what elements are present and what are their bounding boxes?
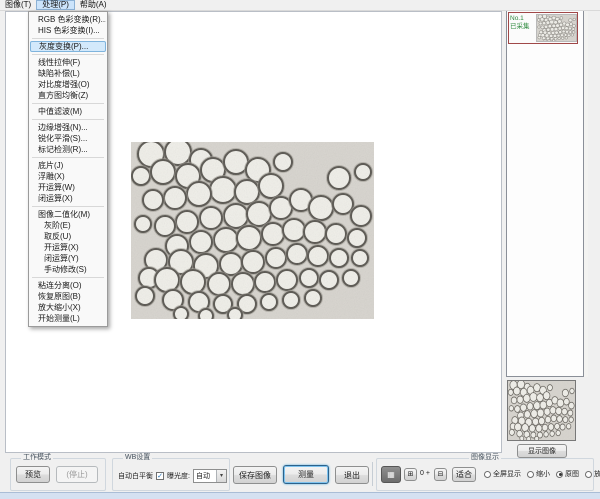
stop-button[interactable]: (停止) <box>56 466 98 483</box>
menu-separator <box>32 206 104 207</box>
dropdown-menu: RGB 色彩变换(R)...HIS 色彩变换(I)... 灰度变换(P)... 线性… <box>28 11 108 327</box>
menu-item[interactable]: 直方图均衡(Z) <box>30 90 106 101</box>
image-display-group-label: 图像显示 <box>469 454 501 462</box>
save-image-button[interactable]: 保存图像 <box>233 466 277 484</box>
menubar-item[interactable]: 帮助(A) <box>75 0 112 10</box>
menu-item[interactable]: 浮雕(X) <box>30 171 106 182</box>
menu-item[interactable]: 缺陷补偿(L) <box>30 68 106 79</box>
menu-item[interactable]: 放大缩小(X) <box>30 302 106 313</box>
menu-item[interactable]: 开运算(W) <box>30 182 106 193</box>
menu-separator <box>32 119 104 120</box>
display-mode-option[interactable]: 全屏显示 <box>484 469 521 479</box>
wb-settings-group-label: WB设置 <box>123 454 152 462</box>
menu-separator <box>32 277 104 278</box>
menu-item[interactable]: 锐化平滑(S)... <box>30 133 106 144</box>
display-mode-option[interactable]: 缩小 <box>527 469 550 479</box>
display-mode-option[interactable]: 原图 <box>556 469 579 479</box>
menu-item[interactable]: 开始测量(L) <box>30 313 106 324</box>
toolbar-divider <box>372 462 373 486</box>
preview-thumbnail-frame <box>507 380 576 441</box>
exposure-label: 曝光度: <box>167 471 190 481</box>
menu-item[interactable]: 粘连分离(O) <box>30 280 106 291</box>
menu-item[interactable]: 灰阶(E) <box>30 220 106 231</box>
menu-item[interactable]: 取反(U) <box>30 231 106 242</box>
menu-item[interactable]: 边缘增强(N)... <box>30 122 106 133</box>
display-mode-radios: 全屏显示 缩小 原图 放大 <box>484 469 600 479</box>
exit-button[interactable]: 退出 <box>335 466 369 484</box>
display-mode-option-label: 原图 <box>565 469 579 479</box>
menu-bar: 图像(T)处理(P)帮助(A) <box>0 0 600 11</box>
menu-item[interactable]: 图像二值化(M) <box>30 209 106 220</box>
radio-icon[interactable] <box>527 471 534 478</box>
display-mode-option-label: 缩小 <box>536 469 550 479</box>
menu-item[interactable]: 中值滤波(M) <box>30 106 106 117</box>
wb-settings-row: 自动白平衡 ✓ 曝光度: 自动 ▾ <box>118 469 227 483</box>
fit-button[interactable]: 适合 <box>452 467 476 482</box>
menu-separator <box>32 38 104 39</box>
display-mode-option[interactable]: 放大 <box>585 469 600 479</box>
capture-list[interactable]: No.1 已采集 <box>506 8 584 377</box>
menu-item[interactable]: 灰度变换(P)... <box>30 41 106 52</box>
menu-item[interactable]: 开运算(X) <box>30 242 106 253</box>
menu-item[interactable]: 线性拉伸(F) <box>30 57 106 68</box>
chevron-down-icon[interactable]: ▾ <box>216 470 226 482</box>
auto-white-balance-checkbox[interactable]: ✓ <box>156 472 164 480</box>
menu-item[interactable]: 闭运算(X) <box>30 193 106 204</box>
menu-item[interactable]: 闭运算(Y) <box>30 253 106 264</box>
window-bottom-frame <box>0 492 600 499</box>
capture-item-text: No.1 已采集 <box>509 13 536 43</box>
menu-item[interactable]: 标记检测(R)... <box>30 144 106 155</box>
capture-list-scrollbar[interactable] <box>584 8 588 377</box>
auto-white-balance-label: 自动白平衡 <box>118 471 153 481</box>
menubar-item[interactable]: 处理(P) <box>36 0 75 10</box>
menu-item[interactable]: HIS 色彩变换(I)... <box>30 25 106 36</box>
zoom-in-icon[interactable]: ⊞ <box>404 468 417 481</box>
display-mode-option-label: 全屏显示 <box>493 469 521 479</box>
menu-item[interactable]: 手动修改(S) <box>30 264 106 275</box>
work-mode-group-label: 工作模式 <box>21 454 53 462</box>
menu-item[interactable]: 恢复原图(B) <box>30 291 106 302</box>
menu-item[interactable]: 底片(J) <box>30 160 106 171</box>
measure-button[interactable]: 测量 <box>283 465 329 484</box>
capture-item-status: 已采集 <box>510 23 535 31</box>
grid-icon[interactable]: ▦ <box>381 466 401 483</box>
menu-separator <box>32 54 104 55</box>
menubar-item[interactable]: 图像(T) <box>0 0 36 10</box>
exposure-select-value: 自动 <box>194 471 216 481</box>
zoom-level-label: 0 + <box>420 470 430 477</box>
zoom-out-icon[interactable]: ⊟ <box>434 468 447 481</box>
capture-item-index: No.1 <box>510 15 535 23</box>
specimen-image <box>131 142 374 319</box>
radio-icon[interactable] <box>484 471 491 478</box>
exposure-select[interactable]: 自动 ▾ <box>193 469 227 483</box>
application-window: 图像(T)处理(P)帮助(A) RGB 色彩变换(R)...HIS 色彩变换(I… <box>0 0 600 499</box>
menu-item[interactable]: RGB 色彩变换(R)... <box>30 14 106 25</box>
capture-list-item[interactable]: No.1 已采集 <box>508 12 578 44</box>
menu-separator <box>32 157 104 158</box>
radio-icon[interactable] <box>556 471 563 478</box>
capture-item-thumbnail <box>536 14 577 42</box>
menu-item[interactable]: 对比度增强(O) <box>30 79 106 90</box>
show-image-button[interactable]: 显示图像 <box>517 444 567 458</box>
preview-thumbnail[interactable] <box>508 381 575 440</box>
display-mode-option-label: 放大 <box>594 469 600 479</box>
menu-separator <box>32 103 104 104</box>
radio-icon[interactable] <box>585 471 592 478</box>
preview-button[interactable]: 预览 <box>16 466 50 483</box>
